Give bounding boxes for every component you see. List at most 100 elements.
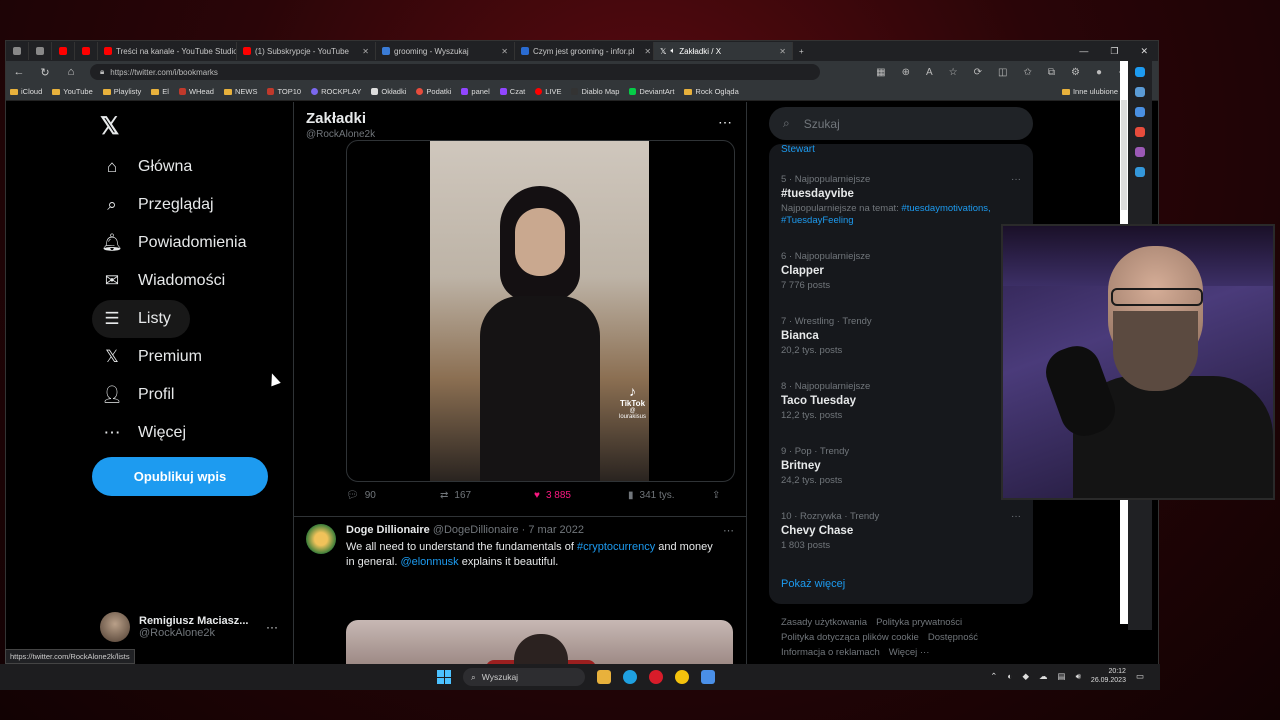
nav-lists[interactable]: ☰ Listy — [92, 300, 190, 338]
trend-item[interactable]: 10 · Rozrywka · Trendy Chevy Chase 1 803… — [781, 511, 1021, 552]
post-button[interactable]: Opublikuj wpis — [92, 457, 268, 496]
refresh-icon[interactable]: ⟳ — [974, 67, 982, 78]
apps-icon[interactable]: ▦ — [876, 67, 885, 78]
nav-messages[interactable]: ✉ Wiadomości — [92, 262, 282, 300]
footer-link[interactable]: Polityka dotycząca plików cookie — [781, 632, 919, 643]
search-icon[interactable] — [1135, 87, 1145, 97]
back-icon[interactable]: ← — [6, 66, 32, 78]
bookmark-item[interactable]: Diablo Map — [571, 87, 619, 96]
minimize-icon[interactable]: — — [1079, 46, 1088, 57]
share-button[interactable]: ⇪ — [712, 490, 720, 501]
avatar[interactable] — [306, 524, 336, 554]
chrome-icon[interactable] — [675, 670, 689, 684]
collections-icon[interactable]: ⧉ — [1048, 67, 1055, 78]
trend-item[interactable]: 7 · Wrestling · Trendy Bianca 20,2 tys. … — [781, 316, 1021, 357]
tab-bookmarks-x[interactable]: 𝕏 🔈︎ Zakładki / X ✕ — [654, 42, 793, 60]
extensions-icon[interactable]: ⚙ — [1071, 67, 1080, 78]
tab-infor[interactable]: Czym jest grooming - infor.pl ✕ — [515, 42, 654, 60]
bookmark-item[interactable]: Rock Ogląda — [684, 87, 739, 96]
bookmark-item[interactable]: Podatki — [416, 87, 451, 96]
network-icon[interactable]: ▤ — [1058, 671, 1066, 682]
bookmark-item[interactable]: DeviantArt — [629, 87, 674, 96]
profile-avatar-icon[interactable]: ● — [1096, 67, 1102, 78]
bookmark-item[interactable]: YouTube — [52, 87, 93, 96]
show-more-link[interactable]: Pokaż więcej — [781, 578, 845, 590]
footer-link[interactable]: Więcej ··· — [889, 647, 930, 658]
footer-link[interactable]: Informacja o reklamach — [781, 647, 880, 658]
tools-icon[interactable] — [1135, 107, 1145, 117]
outlook-icon[interactable] — [1135, 167, 1145, 177]
trend-item[interactable]: 6 · Najpopularniejsze Clapper 7 776 post… — [781, 251, 1021, 292]
scrollbar-thumb[interactable] — [1121, 100, 1127, 210]
footer-link[interactable]: Dostępność — [928, 632, 978, 643]
chevron-up-icon[interactable]: ⌃ — [990, 671, 997, 682]
nav-home[interactable]: ⌂ Główna — [92, 148, 282, 186]
tab-pinned-4[interactable] — [75, 42, 98, 60]
file-explorer-icon[interactable] — [597, 670, 611, 684]
mention-link[interactable]: @elonmusk — [400, 556, 458, 568]
repost-button[interactable]: ⇄ 167 — [440, 490, 534, 501]
notification-icon[interactable]: ▭ — [1136, 671, 1144, 682]
nav-more[interactable]: ⋯ Więcej — [92, 414, 282, 452]
bookmark-item[interactable]: Okładki — [371, 87, 406, 96]
tweet-author-name[interactable]: Doge Dillionaire — [346, 524, 430, 536]
close-icon[interactable]: ✕ — [495, 47, 508, 56]
footer-link[interactable]: Zasady użytkowania — [781, 617, 867, 628]
bookmark-item[interactable]: Czat — [499, 87, 525, 96]
tab-pinned-2[interactable] — [29, 42, 52, 60]
close-window-icon[interactable]: ✕ — [1140, 46, 1148, 57]
read-aloud-icon[interactable]: A — [926, 67, 933, 78]
taskbar-search[interactable]: ⌕ Wyszukaj — [463, 668, 585, 686]
opera-icon[interactable] — [649, 670, 663, 684]
bookmark-item[interactable]: ROCKPLAY — [311, 87, 361, 96]
trend-link[interactable]: Stewart — [781, 144, 815, 155]
close-icon[interactable]: ✕ — [356, 47, 369, 56]
bookmark-item[interactable]: iCloud — [10, 87, 42, 96]
notepad-icon[interactable] — [701, 670, 715, 684]
reply-button[interactable]: 💬︎ 90 — [346, 490, 440, 501]
office-icon[interactable] — [1135, 147, 1145, 157]
more-icon[interactable]: ⋯ — [718, 114, 732, 131]
app-tray-icon[interactable]: ◐ — [1007, 671, 1012, 681]
zoom-icon[interactable]: ⊕ — [902, 67, 910, 78]
bookmark-item[interactable]: panel — [461, 87, 490, 96]
bookmark-item[interactable]: LIVE — [535, 87, 561, 96]
bookmark-item[interactable]: Playlisty — [102, 87, 141, 96]
tab-pinned-1[interactable] — [6, 42, 29, 60]
nav-profile[interactable]: 👤︎ Profil — [92, 376, 282, 414]
account-switcher[interactable]: Remigiusz Maciasz... @RockAlone2k ··· — [100, 612, 278, 642]
maximize-icon[interactable]: ❐ — [1110, 46, 1118, 57]
more-icon[interactable]: ··· — [266, 620, 278, 634]
tab-pinned-3[interactable] — [52, 42, 75, 60]
copilot-icon[interactable] — [1135, 67, 1145, 77]
like-button[interactable]: ♥ 3 885 — [534, 490, 628, 501]
close-icon[interactable]: ✕ — [773, 47, 786, 56]
bookmark-item[interactable]: TOP10 — [267, 87, 301, 96]
hashtag-link[interactable]: #cryptocurrency — [577, 541, 655, 553]
trend-item[interactable]: 9 · Pop · Trendy Britney 24,2 tys. posts — [781, 446, 1021, 487]
tweet-video[interactable]: ♪ TikTok @ lourakisus — [346, 140, 735, 482]
tab-search[interactable]: grooming - Wyszukaj ✕ — [376, 42, 515, 60]
trend-item[interactable]: 5 · Najpopularniejsze #tuesdayvibe Najpo… — [781, 174, 1021, 227]
nav-notifications[interactable]: 🔔︎ Powiadomienia — [92, 224, 282, 262]
search-input[interactable]: Szukaj — [804, 117, 840, 131]
more-icon[interactable]: ··· — [1011, 174, 1021, 185]
tweet-date[interactable]: 7 mar 2022 — [528, 524, 584, 536]
tab-youtube-studio[interactable]: Treści na kanale - YouTube Studio — [98, 42, 237, 60]
trend-item[interactable]: 8 · Najpopularniejsze Taco Tuesday 12,2 … — [781, 381, 1021, 422]
favorites-icon[interactable]: ✩ — [1023, 67, 1031, 78]
bookmark-item[interactable]: WHead — [178, 87, 214, 96]
more-icon[interactable]: ⋯ — [723, 524, 734, 537]
favorite-star-icon[interactable]: ☆ — [949, 67, 958, 78]
bookmark-item[interactable]: NEWS — [223, 87, 257, 96]
footer-link[interactable]: Polityka prywatności — [876, 617, 962, 628]
volume-icon[interactable]: 🔊︎ — [1076, 671, 1081, 682]
more-icon[interactable]: ··· — [1011, 511, 1021, 522]
onedrive-icon[interactable]: ☁ — [1039, 671, 1048, 682]
tweet-media[interactable] — [346, 620, 733, 665]
close-icon[interactable]: ✕ — [638, 47, 651, 56]
nav-premium[interactable]: 𝕏 Premium — [92, 338, 282, 376]
tweet-author-handle[interactable]: @DogeDillionaire — [433, 524, 519, 536]
games-icon[interactable] — [1135, 127, 1145, 137]
start-icon[interactable] — [437, 670, 451, 684]
